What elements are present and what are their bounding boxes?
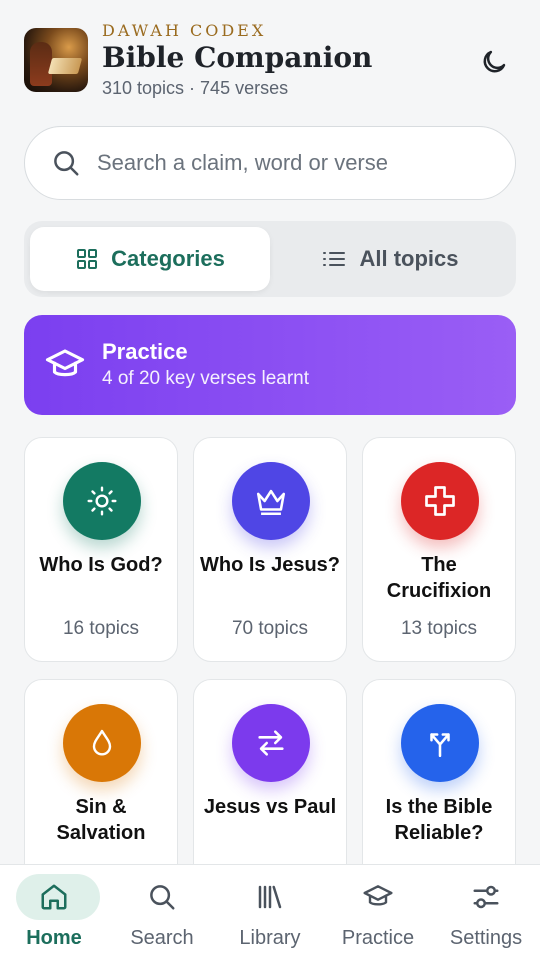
tab-categories-label: Categories [111, 246, 225, 271]
category-count: 13 topics [400, 618, 478, 639]
tab-search-label: Search [130, 927, 194, 949]
app-subtitle: 310 topics · 745 verses [102, 77, 289, 98]
bottom-tab-bar: Home Search Library Practice Settings [0, 864, 540, 960]
category-icon-badge [232, 704, 310, 782]
cross-icon [425, 486, 455, 516]
tab-home[interactable]: Home [0, 865, 108, 960]
app-logo [24, 28, 88, 92]
graduation-cap-icon [363, 885, 393, 906]
swap-arrows-icon [258, 730, 284, 756]
category-card-crucifixion[interactable]: The Crucifixion 13 topics [362, 437, 516, 662]
drop-icon [92, 729, 112, 756]
category-card-sin-salvation[interactable]: Sin & Salvation [24, 679, 178, 865]
home-icon [41, 884, 67, 910]
search-icon [150, 885, 175, 910]
category-grid: Who Is God? 16 topics Who Is Jesus? 70 t… [24, 437, 516, 865]
tab-practice[interactable]: Practice [324, 865, 432, 960]
tab-all-topics[interactable]: All topics [270, 227, 510, 291]
category-name: Sin & Salvation [56, 796, 146, 844]
tab-home-label: Home [26, 927, 82, 949]
category-icon-badge [401, 462, 479, 540]
search-bar[interactable]: Search a claim, word or verse [24, 126, 516, 200]
category-icon-badge [63, 462, 141, 540]
category-name: Jesus vs Paul [203, 796, 337, 818]
category-card-who-is-god[interactable]: Who Is God? 16 topics [24, 437, 178, 662]
tab-all-topics-label: All topics [359, 246, 459, 271]
tab-categories[interactable]: Categories [30, 227, 270, 291]
sliders-icon [473, 885, 499, 909]
moon-icon [483, 50, 506, 73]
category-card-jesus-vs-paul[interactable]: Jesus vs Paul [193, 679, 347, 865]
category-icon-badge [232, 462, 310, 540]
tab-settings[interactable]: Settings [432, 865, 540, 960]
tab-search[interactable]: Search [108, 865, 216, 960]
library-icon [258, 885, 282, 909]
category-count: 16 topics [62, 618, 140, 639]
tab-library[interactable]: Library [216, 865, 324, 960]
search-icon [54, 151, 79, 176]
category-icon-badge [63, 704, 141, 782]
search-input[interactable]: Search a claim, word or verse [97, 150, 388, 176]
app-title: Bible Companion [102, 40, 373, 74]
practice-progress: 4 of 20 key verses learnt [102, 368, 309, 389]
category-card-bible-reliable[interactable]: Is the Bible Reliable? [362, 679, 516, 865]
theme-toggle-button[interactable] [472, 40, 516, 84]
tab-settings-label: Settings [449, 927, 523, 949]
fork-arrows-icon [430, 733, 450, 758]
tab-library-label: Library [239, 927, 301, 949]
category-name: The Crucifixion [386, 554, 492, 602]
category-icon-badge [401, 704, 479, 782]
practice-banner[interactable]: Practice 4 of 20 key verses learnt [24, 315, 516, 415]
category-count: 70 topics [231, 618, 309, 639]
category-card-who-is-jesus[interactable]: Who Is Jesus? 70 topics [193, 437, 347, 662]
view-toggle: Categories All topics [24, 221, 516, 297]
practice-title: Practice [102, 339, 188, 364]
category-name: Who Is God? [39, 554, 163, 576]
crown-icon [256, 489, 286, 516]
tab-practice-label: Practice [341, 927, 415, 949]
grid-icon [77, 249, 98, 269]
brand-name: DAWAH CODEX [102, 20, 267, 40]
app-header: DAWAH CODEX Bible Companion 310 topics ·… [24, 20, 516, 100]
sun-icon [87, 486, 117, 516]
list-icon [323, 252, 346, 266]
category-name: Is the Bible Reliable? [385, 796, 493, 844]
category-name: Who Is Jesus? [199, 554, 341, 576]
graduation-cap-icon [45, 349, 85, 377]
